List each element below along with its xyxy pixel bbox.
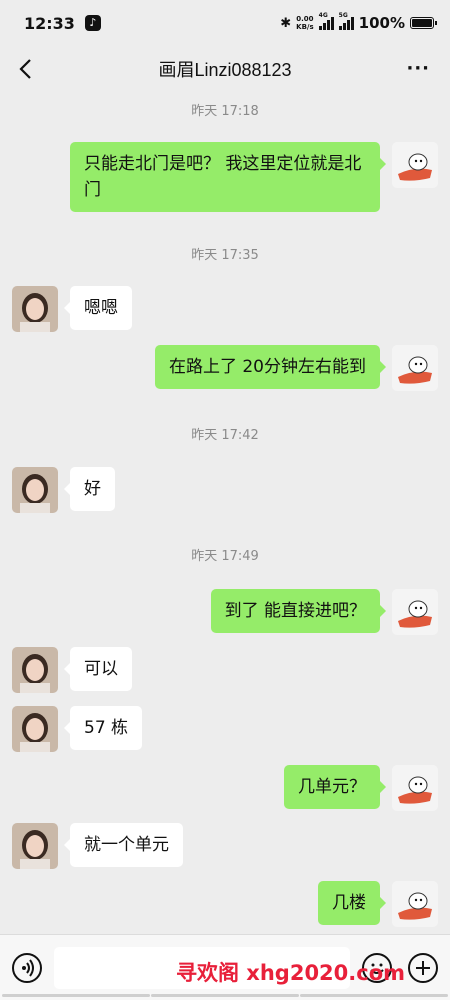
message-list[interactable]: 昨天 17:18 只能走北门是吧？ 我这里定位就是北门 昨天 17:35 嗯嗯 … [0,92,450,934]
message-outgoing[interactable]: 几楼 [318,881,386,925]
contact-avatar[interactable] [12,647,58,693]
contact-avatar[interactable] [12,823,58,869]
signal-icon-2: 5G [338,12,354,30]
status-icons: ✱ 0.00 KB/s 4G 5G 100% [280,12,437,32]
status-bar: 12:33 ♪ ✱ 0.00 KB/s 4G 5G 100% [0,0,450,46]
timestamp: 昨天 17:49 [191,549,259,564]
back-arrow-icon[interactable] [14,56,40,82]
timestamp: 昨天 17:42 [191,428,259,443]
timestamp: 昨天 17:18 [191,104,259,119]
message-incoming[interactable]: 可以 [64,647,132,691]
network-speed: 0.00 KB/s [296,15,313,31]
my-avatar[interactable] [392,345,438,391]
chat-header: 画眉Linzi088123 ··· [0,46,450,92]
contact-avatar[interactable] [12,467,58,513]
status-time: 12:33 [24,13,75,33]
my-avatar[interactable] [392,589,438,635]
bluetooth-icon: ✱ [280,15,292,31]
message-outgoing[interactable]: 到了 能直接进吧？ [210,589,387,633]
voice-icon[interactable] [12,953,42,983]
net-type-2: 5G [338,11,348,19]
my-avatar[interactable] [392,881,438,927]
signal-icon: 4G [318,12,334,30]
contact-avatar[interactable] [12,706,58,752]
message-incoming[interactable]: 好 [64,467,115,511]
watermark-text: 寻欢阁 xhg2020.com [176,961,406,985]
timestamp: 昨天 17:35 [191,248,259,263]
speed-value: 0.00 [296,15,314,23]
speed-unit: KB/s [296,23,314,31]
more-icon[interactable]: ··· [406,58,430,79]
input-bar: 寻欢阁 xhg2020.com [0,934,450,1000]
my-avatar[interactable] [392,765,438,811]
plus-icon[interactable] [408,953,438,983]
message-incoming[interactable]: 嗯嗯 [64,286,132,330]
message-incoming[interactable]: 就一个单元 [64,823,183,867]
message-outgoing[interactable]: 在路上了 20分钟左右能到 [154,345,387,389]
battery-percent: 100% [358,14,405,32]
my-avatar[interactable] [392,142,438,188]
contact-avatar[interactable] [12,286,58,332]
tiktok-icon: ♪ [84,15,101,31]
message-outgoing[interactable]: 只能走北门是吧？ 我这里定位就是北门 [70,142,386,212]
message-incoming[interactable]: 57 栋 [63,706,143,750]
chat-title: 画眉Linzi088123 [158,60,292,80]
message-outgoing[interactable]: 几单元？ [284,765,386,809]
battery-icon [410,17,437,29]
home-indicator [0,994,450,998]
net-type-1: 4G [318,11,328,19]
